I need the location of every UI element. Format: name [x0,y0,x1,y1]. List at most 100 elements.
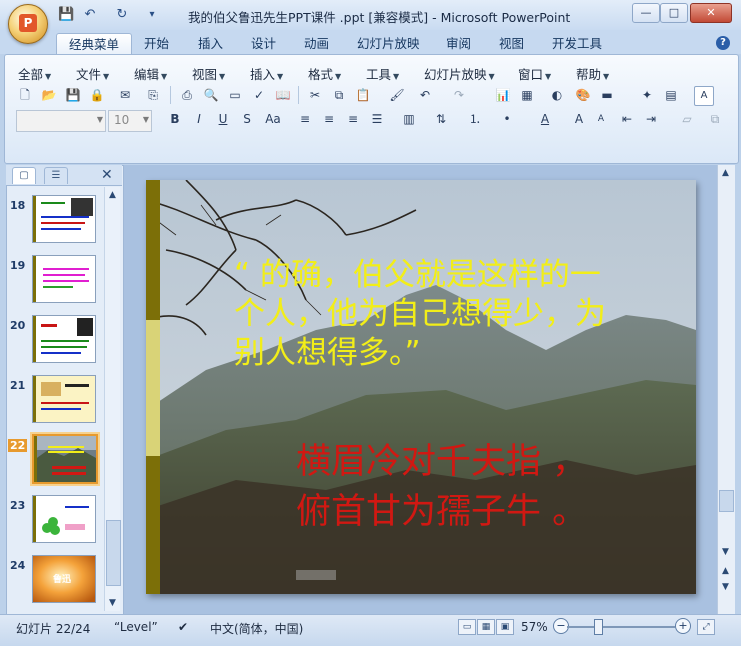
slide-thumbnail[interactable] [32,495,96,543]
fit-to-window-button[interactable]: ⤢ [697,619,715,635]
new-slide-icon[interactable]: ✦ [638,86,656,104]
copy-icon[interactable]: ⧉ [330,86,348,104]
zoom-slider-track[interactable] [567,626,675,628]
shapes-icon[interactable]: ▱ [678,110,696,128]
font-color-icon[interactable]: A [536,110,554,128]
menu-insert[interactable]: 插入 ▼ [250,64,283,82]
slide-thumbnail[interactable] [32,195,96,243]
numbering-icon[interactable]: ⒈ [466,110,484,128]
pdf-icon[interactable]: ⎘ [144,86,162,104]
zoom-in-button[interactable]: + [675,618,691,634]
align-left-icon[interactable]: ≡ [296,110,314,128]
zoom-level[interactable]: 57% [521,620,548,634]
outline-tab-icon[interactable]: ☰ [44,167,68,184]
slide-design-icon[interactable]: ▬ [598,86,616,104]
menu-window[interactable]: 窗口 ▼ [518,64,551,82]
slide-thumbnail[interactable] [32,255,96,303]
tab-design[interactable]: 设计 [239,33,288,54]
next-slide-icon[interactable]: ▼ [718,580,733,595]
maximize-button[interactable]: □ [660,3,688,23]
tab-developer[interactable]: 开发工具 [540,33,614,54]
customize-qat-icon[interactable]: ▾ [144,7,160,23]
scroll-up-icon[interactable]: ▲ [718,166,733,181]
tab-insert[interactable]: 插入 [186,33,235,54]
menu-slideshow[interactable]: 幻灯片放映 ▼ [424,64,495,82]
menu-format[interactable]: 格式 ▼ [308,64,341,82]
bullets-icon[interactable]: • [498,110,516,128]
thumbnails-scroll-thumb[interactable] [106,520,121,586]
grayscale-icon[interactable]: ◐ [548,86,566,104]
tab-home[interactable]: 开始 [132,33,181,54]
save-toolbar-icon[interactable]: 💾 [64,86,82,104]
table-icon[interactable]: ▦ [518,86,536,104]
slide-thumbnail[interactable] [32,375,96,423]
layout-icon[interactable]: ▤ [662,86,680,104]
tab-review[interactable]: 审阅 [434,33,483,54]
underline-button[interactable]: U [214,110,232,128]
paste-icon[interactable]: 📋 [354,86,372,104]
slide-thumbnail[interactable]: 鲁迅 [32,555,96,603]
italic-button[interactable]: I [190,110,208,128]
align-right-icon[interactable]: ≡ [344,110,362,128]
font-size-combo[interactable]: 10 ▼ [108,110,152,132]
tab-animation[interactable]: 动画 [292,33,341,54]
slide-sorter-view-button[interactable]: ▦ [477,619,495,635]
help-icon[interactable]: ? [716,36,730,50]
shrink-font-icon[interactable]: A [592,110,610,128]
normal-view-icon[interactable]: ▭ [226,86,244,104]
slide-couplet[interactable]: 横眉冷对千夫指 ， 俯首甘为孺子牛 。 [296,437,696,537]
permission-icon[interactable]: 🔒 [88,86,106,104]
language-indicator[interactable]: 中文(简体，中国) [210,620,303,637]
undo-toolbar-icon[interactable]: ↶ [416,86,434,104]
minimize-button[interactable]: — [632,3,660,23]
slide-quote-text[interactable]: “ 的确，伯父就是这样的一个人，他为自己想得少，为别人想得多。” [234,256,624,373]
previous-slide-icon[interactable]: ▲ [718,564,733,579]
increase-indent-icon[interactable]: ⇥ [642,110,660,128]
email-icon[interactable]: ✉ [116,86,134,104]
menu-all[interactable]: 全部 ▼ [18,64,51,82]
new-icon[interactable]: 🗋 [16,86,34,104]
menu-file[interactable]: 文件 ▼ [76,64,109,82]
close-pane-icon[interactable]: ✕ [101,167,113,183]
print-preview-icon[interactable]: 🔍 [202,86,220,104]
align-center-icon[interactable]: ≡ [320,110,338,128]
change-case-button[interactable]: Aa [262,110,284,128]
undo-icon[interactable]: ↶ [82,7,98,23]
redo-icon[interactable]: ↻ [114,7,130,23]
font-name-combo[interactable]: ▼ [16,110,106,132]
open-icon[interactable]: 📂 [40,86,58,104]
menu-view[interactable]: 视图 ▼ [192,64,225,82]
shadow-button[interactable]: S [238,110,256,128]
menu-edit[interactable]: 编辑 ▼ [134,64,167,82]
grow-font-icon[interactable]: A [570,110,588,128]
justify-icon[interactable]: ☰ [368,110,386,128]
research-icon[interactable]: 📖 [274,86,292,104]
slide-thumbnail[interactable] [32,315,96,363]
menu-help[interactable]: 帮助 ▼ [576,64,609,82]
scroll-up-icon[interactable]: ▲ [105,188,120,203]
spelling-check-icon[interactable]: ✔ [178,620,188,634]
tab-view[interactable]: 视图 [487,33,536,54]
zoom-slider-thumb[interactable] [594,619,603,635]
save-icon[interactable]: 💾 [58,7,74,23]
arrange-icon[interactable]: ⧉ [706,110,724,128]
current-slide[interactable]: “ 的确，伯父就是这样的一个人，他为自己想得少，为别人想得多。” 横眉冷对千夫指… [146,180,696,594]
menu-tools[interactable]: 工具 ▼ [366,64,399,82]
print-icon[interactable]: ⎙ [178,86,196,104]
tab-slideshow[interactable]: 幻灯片放映 [345,33,432,54]
spelling-icon[interactable]: ✓ [250,86,268,104]
slides-tab-icon[interactable]: ▢ [12,167,36,184]
scroll-down-icon[interactable]: ▼ [105,596,120,611]
format-painter-icon[interactable]: 🖌 [388,86,406,104]
normal-view-button[interactable]: ▭ [458,619,476,635]
color-icon[interactable]: 🎨 [574,86,592,104]
slide-thumbnail-selected[interactable] [32,434,98,484]
close-button[interactable]: ✕ [690,3,732,23]
text-direction-icon[interactable]: ⇅ [432,110,450,128]
text-box-icon[interactable]: A [694,86,714,106]
redo-toolbar-icon[interactable]: ↷ [450,86,468,104]
decrease-indent-icon[interactable]: ⇤ [618,110,636,128]
slideshow-view-button[interactable]: ▣ [496,619,514,635]
chart-icon[interactable]: 📊 [494,86,512,104]
office-button[interactable]: P [8,4,48,44]
